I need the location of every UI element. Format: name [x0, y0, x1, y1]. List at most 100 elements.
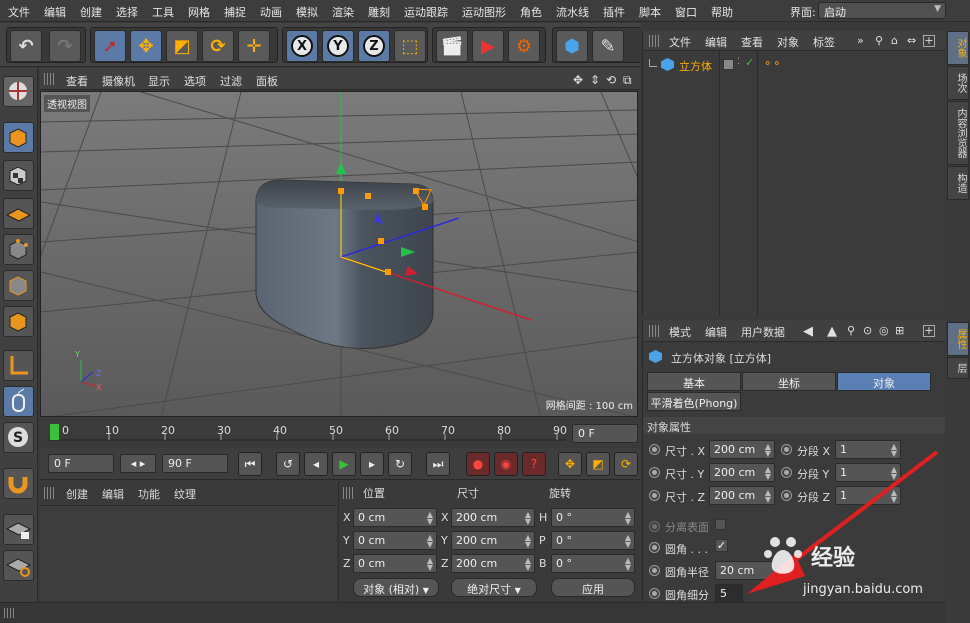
undo-button[interactable]: ↶ — [10, 30, 42, 62]
menu-script[interactable]: 脚本 — [639, 4, 661, 20]
go-to-start-button[interactable]: ⏮ — [238, 452, 262, 476]
drag-grip[interactable] — [649, 325, 659, 337]
chevron-right-icon[interactable]: » — [857, 34, 864, 47]
menu-sculpt[interactable]: 雕刻 — [368, 4, 390, 20]
spinner-icon[interactable]: ▲ ▼ — [525, 534, 531, 549]
key-scale-button[interactable]: ◩ — [586, 452, 610, 476]
fillet-sub-radio[interactable] — [649, 588, 660, 599]
axis-mode-button[interactable] — [3, 350, 34, 381]
model-mode-button[interactable] — [3, 122, 34, 153]
new-window-icon[interactable]: + — [923, 35, 935, 47]
material-menu-edit[interactable]: 编辑 — [102, 486, 124, 502]
auto-key-button[interactable]: ◉ — [494, 452, 518, 476]
spinner-icon[interactable]: ▲ ▼ — [625, 534, 631, 549]
render-view-button[interactable]: 🎬︎ — [436, 30, 468, 62]
prev-key-button[interactable]: ↺ — [276, 452, 300, 476]
playhead[interactable] — [50, 424, 59, 440]
live-select-button[interactable]: ➚ — [94, 30, 126, 62]
frame-range-stepper[interactable]: ◂ ▸ — [120, 454, 156, 473]
home-icon[interactable]: ⌂ — [891, 34, 898, 47]
object-menu-edit[interactable]: 编辑 — [705, 34, 727, 50]
prev-frame-button[interactable]: ◂ — [304, 452, 328, 476]
sync-icon[interactable]: ⇔ — [907, 34, 916, 47]
point-handle[interactable] — [385, 269, 391, 275]
rot-h-field[interactable]: 0 ° ▲ ▼ — [551, 508, 635, 527]
object-row-cube[interactable]: 立方体 — [649, 57, 939, 75]
check-icon[interactable]: ✓ — [745, 56, 754, 69]
point-handle[interactable] — [378, 238, 384, 244]
pan-icon[interactable]: ✥ — [573, 73, 583, 87]
record-button[interactable]: ● — [466, 452, 490, 476]
size-x-field[interactable]: 200 cm ▲ ▼ — [451, 508, 535, 527]
render-settings-button[interactable]: ⚙ — [508, 30, 540, 62]
menu-tools[interactable]: 工具 — [152, 4, 174, 20]
spinner-icon[interactable]: ▲ ▼ — [625, 511, 631, 526]
timeline-ruler[interactable]: 0 10 20 30 40 50 60 70 80 90 0 F — [40, 420, 640, 446]
viewport-menu-display[interactable]: 显示 — [148, 73, 170, 89]
rot-p-field[interactable]: 0 ° ▲ ▼ — [551, 531, 635, 550]
key-position-button[interactable]: ✥ — [558, 452, 582, 476]
material-menu-texture[interactable]: 纹理 — [174, 486, 196, 502]
spinner-icon[interactable]: ▲ ▼ — [625, 557, 631, 572]
next-key-button[interactable]: ↻ — [388, 452, 412, 476]
cube-button[interactable]: ⬢ — [556, 30, 588, 62]
layer-icon[interactable] — [723, 59, 734, 70]
make-editable-button[interactable] — [3, 76, 34, 107]
edges-mode-button[interactable] — [3, 270, 34, 301]
scale-button[interactable]: ◩ — [166, 30, 198, 62]
lock-workplane-button[interactable] — [3, 514, 34, 545]
x-axis-button[interactable]: X — [286, 30, 318, 62]
fillet-radio[interactable] — [649, 542, 660, 553]
viewport-menu-camera[interactable]: 摄像机 — [102, 73, 135, 89]
search-icon[interactable]: ⚲ — [875, 34, 883, 47]
drag-grip[interactable] — [4, 608, 14, 618]
menu-pipeline[interactable]: 流水线 — [556, 4, 589, 20]
magnet-button[interactable] — [3, 468, 34, 499]
tab-attributes-side[interactable]: 属性 — [947, 322, 969, 356]
rot-b-field[interactable]: 0 ° ▲ ▼ — [551, 554, 635, 573]
material-list[interactable] — [40, 505, 336, 601]
search-icon[interactable]: ⚲ — [847, 324, 855, 337]
pos-x-field[interactable]: 0 cm ▲ ▼ — [353, 508, 437, 527]
layout-select[interactable]: 启动 ▼ — [818, 2, 946, 19]
size-y-radio[interactable] — [649, 467, 660, 478]
viewport-menu-options[interactable]: 选项 — [184, 73, 206, 89]
menu-select[interactable]: 选择 — [116, 4, 138, 20]
tab-basic[interactable]: 基本 — [647, 372, 741, 391]
drag-grip[interactable] — [44, 487, 54, 499]
menu-render[interactable]: 渲染 — [332, 4, 354, 20]
object-menu-file[interactable]: 文件 — [669, 34, 691, 50]
recent-tool-button[interactable]: ✛ — [238, 30, 270, 62]
point-handle[interactable] — [365, 193, 371, 199]
point-handle[interactable] — [422, 204, 428, 210]
viewport-menu-view[interactable]: 查看 — [66, 73, 88, 89]
drag-grip[interactable] — [44, 73, 54, 85]
maximize-icon[interactable]: ⧉ — [623, 73, 632, 88]
menu-snap[interactable]: 捕捉 — [224, 4, 246, 20]
orbit-icon[interactable]: ⟲ — [606, 73, 616, 87]
snap-button[interactable]: S — [3, 422, 34, 453]
visibility-dots-icon[interactable]: ⁚ — [737, 57, 740, 67]
separate-radio[interactable] — [649, 521, 660, 532]
grid-icon[interactable]: ⊞ — [895, 324, 904, 337]
perspective-viewport[interactable]: Y Z X 透视视图 网格间距 : 100 cm — [40, 91, 638, 417]
viewport-menu-filter[interactable]: 过滤 — [220, 73, 242, 89]
tweak-mode-button[interactable] — [3, 386, 34, 417]
material-menu-create[interactable]: 创建 — [66, 486, 88, 502]
target-icon[interactable]: ◎ — [879, 324, 889, 337]
size-z-field[interactable]: 200 cm ▲ ▼ — [451, 554, 535, 573]
pos-z-field[interactable]: 0 cm ▲ ▼ — [353, 554, 437, 573]
spinner-icon[interactable]: ▲ ▼ — [427, 511, 433, 526]
texture-mode-button[interactable] — [3, 160, 34, 191]
key-rotation-button[interactable]: ⟳ — [614, 452, 638, 476]
zoom-icon[interactable]: ⇕ — [590, 73, 600, 87]
size-x-radio[interactable] — [649, 444, 660, 455]
attr-menu-edit[interactable]: 编辑 — [705, 324, 727, 340]
pos-y-field[interactable]: 0 cm ▲ ▼ — [353, 531, 437, 550]
tab-coord[interactable]: 坐标 — [742, 372, 836, 391]
next-frame-button[interactable]: ▸ — [360, 452, 384, 476]
size-y-field[interactable]: 200 cm ▲ ▼ — [451, 531, 535, 550]
object-menu-view[interactable]: 查看 — [741, 34, 763, 50]
menu-help[interactable]: 帮助 — [711, 4, 733, 20]
size-z-radio[interactable] — [649, 490, 660, 501]
